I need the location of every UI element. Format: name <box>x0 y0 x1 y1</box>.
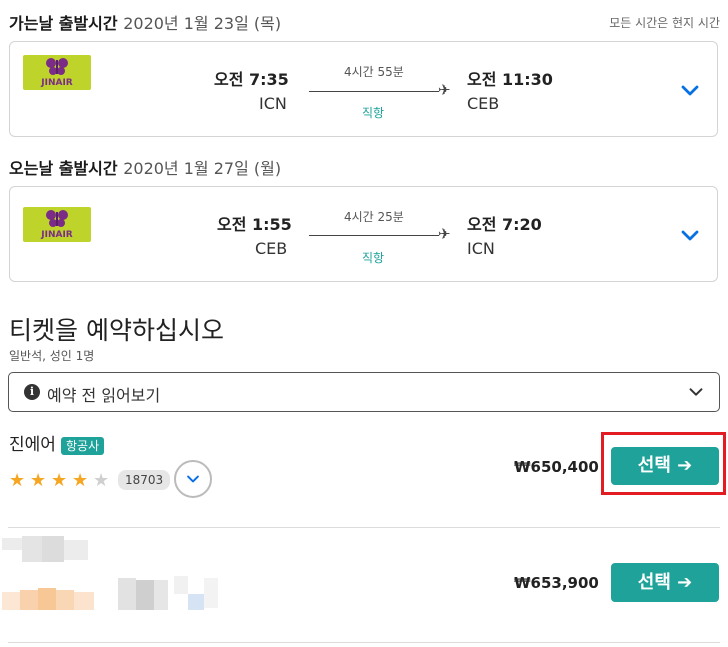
arrive-time: 오전 11:30 <box>467 70 553 89</box>
booking-subtitle: 일반석, 성인 1명 <box>9 349 95 363</box>
star-icon: ★ <box>9 470 26 491</box>
depart-time: 오전 7:35 <box>214 70 289 89</box>
arrive-time: 오전 7:20 <box>467 215 542 234</box>
select-button[interactable]: 선택 ➔ <box>611 563 719 602</box>
read-before-booking-label: 예약 전 읽어보기 <box>47 386 161 405</box>
read-before-booking-dropdown[interactable]: i 예약 전 읽어보기 <box>8 372 720 412</box>
depart-airport: ICN <box>259 94 287 113</box>
plane-icon: ✈ <box>438 81 451 99</box>
provider-row: 진에어 항공사 <box>9 430 105 455</box>
inbound-flight-card[interactable]: JINAIR 오전 1:55 CEB 4시간 25분 ✈ 직항 오전 7:20 … <box>9 186 718 282</box>
route-line <box>309 91 439 92</box>
chevron-down-icon <box>187 475 199 483</box>
provider-name: 진에어 <box>9 435 56 455</box>
offer-price: ₩653,900 <box>514 574 599 592</box>
divider <box>8 642 720 643</box>
depart-time: 오전 1:55 <box>217 215 292 234</box>
blurred-provider-info <box>2 576 218 612</box>
timezone-note: 모든 시간은 현지 시간 <box>609 16 720 30</box>
star-empty-icon: ★ <box>93 470 110 491</box>
arrive-airport: CEB <box>467 94 500 113</box>
svg-text:JINAIR: JINAIR <box>40 78 73 88</box>
airline-badge: 항공사 <box>61 437 105 455</box>
flight-duration: 4시간 55분 <box>344 65 404 79</box>
chevron-down-icon[interactable] <box>679 79 701 101</box>
outbound-heading: 가는날 출발시간 2020년 1월 23일 (목) <box>9 10 281 34</box>
stops-label: 직항 <box>362 106 385 120</box>
booking-title: 티켓을 예약하십시오 <box>9 316 224 345</box>
plane-icon: ✈ <box>438 225 451 243</box>
outbound-heading-label: 가는날 출발시간 <box>9 14 118 33</box>
outbound-date: 2020년 1월 23일 (목) <box>123 14 282 33</box>
offer-price: ₩650,400 <box>514 458 599 476</box>
chevron-down-icon <box>689 388 703 396</box>
svg-text:JINAIR: JINAIR <box>40 230 73 240</box>
star-icon: ★ <box>72 470 89 491</box>
expand-reviews-button[interactable] <box>174 460 212 498</box>
airline-logo: JINAIR <box>23 55 91 90</box>
depart-airport: CEB <box>255 239 288 258</box>
chevron-down-icon[interactable] <box>679 224 701 246</box>
route-line <box>309 235 439 236</box>
star-icon: ★ <box>30 470 47 491</box>
inbound-heading: 오는날 출발시간 2020년 1월 27일 (월) <box>9 155 281 179</box>
divider <box>8 527 720 528</box>
stops-label: 직항 <box>362 251 385 265</box>
info-icon: i <box>24 384 40 400</box>
outbound-flight-card[interactable]: JINAIR 오전 7:35 ICN 4시간 55분 ✈ 직항 오전 11:30… <box>9 41 718 137</box>
blurred-provider-name <box>2 536 88 562</box>
inbound-heading-label: 오는날 출발시간 <box>9 159 118 178</box>
star-icon: ★ <box>51 470 68 491</box>
flight-duration: 4시간 25분 <box>344 210 404 224</box>
arrive-airport: ICN <box>467 239 495 258</box>
select-button[interactable]: 선택 ➔ <box>611 447 719 485</box>
review-count: 18703 <box>118 470 171 490</box>
inbound-date: 2020년 1월 27일 (월) <box>123 159 282 178</box>
airline-logo: JINAIR <box>23 207 91 242</box>
